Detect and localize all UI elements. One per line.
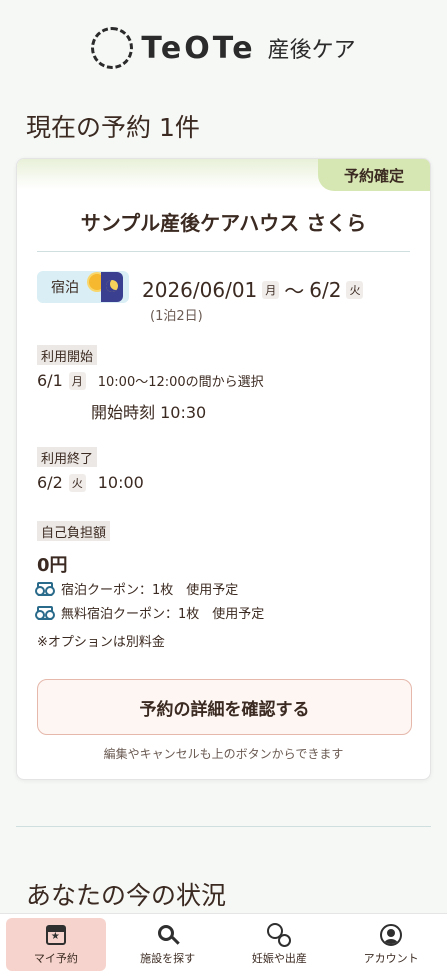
logo-circle-icon <box>91 27 134 69</box>
nav-account[interactable]: アカウント <box>341 918 441 971</box>
mother-baby-icon <box>267 923 292 947</box>
date-start-dow: 月 <box>262 280 280 299</box>
facility-name: サンプル産後ケアハウス さくら <box>80 211 367 235</box>
ticket-icon <box>35 581 55 596</box>
end-dow: 火 <box>68 473 86 492</box>
ticket-icon <box>35 605 55 620</box>
logo-subtitle: 産後ケア <box>267 38 356 63</box>
start-row: 6/1 月 10:00〜12:00の間から選択 <box>37 371 264 390</box>
sun-moon-icon <box>89 272 123 302</box>
logo-text: TeOTe <box>141 30 256 66</box>
status-badge: 予約確定 <box>318 159 430 191</box>
start-time: 開始時刻 10:30 <box>91 403 207 422</box>
reservation-card: 予約確定 サンプル産後ケアハウス さくら 宿泊 2026/06/01 月 〜 6… <box>16 158 431 780</box>
end-row: 6/2 火 10:00 <box>37 473 144 492</box>
app-logo: TeOTe 産後ケア <box>0 26 447 70</box>
date-end: 6/2 <box>309 277 342 302</box>
section-divider <box>16 826 431 827</box>
stay-dates: 2026/06/01 月 〜 6/2 火 <box>142 275 364 304</box>
coupon-item: 無料宿泊クーポン：1枚 使用予定 <box>35 603 265 622</box>
nav-pregnancy[interactable]: 妊娠や出産 <box>230 918 330 971</box>
bottom-nav: ★ マイ予約 施設を探す 妊娠や出産 アカウント <box>0 913 447 975</box>
start-label: 利用開始 <box>37 345 98 365</box>
nights-count: (1泊2日) <box>150 309 203 324</box>
coupon-text: 無料宿泊クーポン：1枚 使用予定 <box>61 607 265 622</box>
stay-type-label: 宿泊 <box>51 280 79 296</box>
account-icon <box>379 923 403 947</box>
card-divider <box>37 251 410 252</box>
coupon-item: 宿泊クーポン：1枚 使用予定 <box>35 579 239 598</box>
cost-amount: 0円 <box>37 555 68 576</box>
nav-label: 妊娠や出産 <box>251 952 307 965</box>
start-date: 6/1 <box>37 371 63 390</box>
end-date: 6/2 <box>37 473 63 492</box>
view-details-button[interactable]: 予約の詳細を確認する <box>37 679 412 735</box>
nav-my-reservations[interactable]: ★ マイ予約 <box>6 918 106 971</box>
start-dow: 月 <box>68 371 86 390</box>
option-note: ※オプションは別料金 <box>37 635 165 650</box>
nav-label: マイ予約 <box>33 952 78 965</box>
date-end-dow: 火 <box>346 280 364 299</box>
end-label: 利用終了 <box>37 447 98 467</box>
status-section-title: あなたの今の状況 <box>26 881 227 910</box>
nav-find-facility[interactable]: 施設を探す <box>118 918 218 971</box>
edit-hint: 編集やキャンセルも上のボタンからできます <box>103 747 344 761</box>
end-time: 10:00 <box>97 473 144 492</box>
cost-label: 自己負担額 <box>37 521 111 541</box>
nav-label: アカウント <box>363 952 419 965</box>
coupon-text: 宿泊クーポン：1枚 使用予定 <box>61 583 239 598</box>
date-start: 2026/06/01 <box>142 277 258 302</box>
nav-label: 施設を探す <box>140 952 196 965</box>
stay-type-chip: 宿泊 <box>37 271 129 303</box>
calendar-star-icon: ★ <box>44 923 68 947</box>
start-window: 10:00〜12:00の間から選択 <box>97 375 264 390</box>
search-icon <box>156 923 180 947</box>
date-separator: 〜 <box>284 279 305 303</box>
reservations-title: 現在の予約 1件 <box>26 113 200 142</box>
